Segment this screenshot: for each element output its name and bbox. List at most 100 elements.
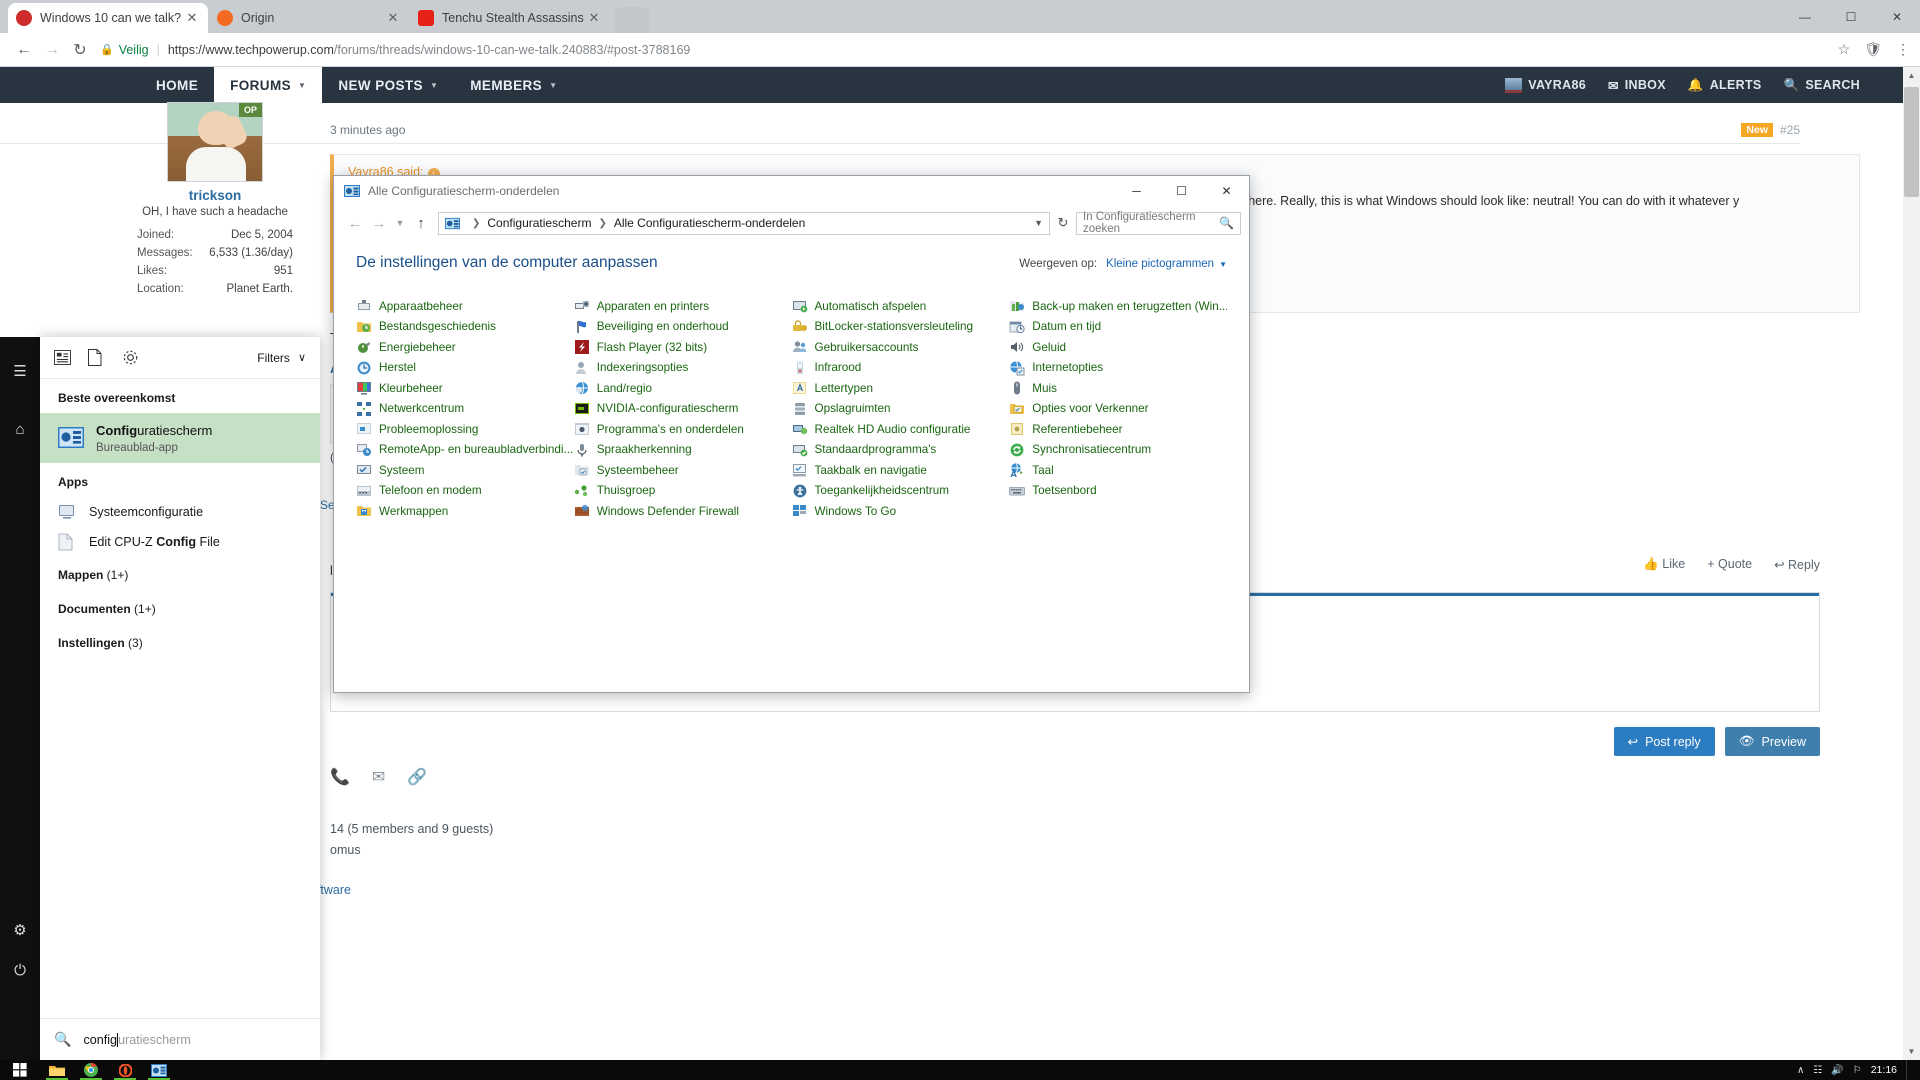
filters-button[interactable]: Filters ∨: [257, 351, 306, 365]
chevron-up-icon[interactable]: ∧: [1797, 1065, 1804, 1076]
clock[interactable]: 21:16: [1871, 1065, 1897, 1076]
group-instellingen[interactable]: Instellingen (3): [40, 625, 320, 659]
search-icon[interactable]: 🔍: [1219, 216, 1234, 230]
minimize-button[interactable]: —: [1782, 0, 1828, 33]
up-icon[interactable]: ↑: [410, 215, 432, 232]
control-panel-item[interactable]: Systeembeheer: [574, 460, 792, 481]
control-panel-item[interactable]: Spraakherkenning: [574, 440, 792, 461]
nav-inbox[interactable]: ✉ INBOX: [1608, 78, 1666, 93]
control-panel-item[interactable]: Kleurbeheer: [356, 378, 574, 399]
taskbar-origin[interactable]: [108, 1060, 142, 1080]
refresh-icon[interactable]: ↻: [1052, 215, 1074, 231]
control-panel-item[interactable]: Beveiliging en onderhoud: [574, 317, 792, 338]
shield-icon[interactable]: 🛡: [1864, 41, 1882, 58]
control-panel-item[interactable]: Automatisch afspelen: [792, 296, 1010, 317]
control-panel-item[interactable]: Infrarood: [792, 358, 1010, 379]
control-panel-item[interactable]: Werkmappen: [356, 501, 574, 522]
app-result-systeemconfiguratie[interactable]: Systeemconfiguratie: [40, 497, 320, 527]
menu-icon[interactable]: ⋮: [1896, 41, 1910, 58]
control-panel-item[interactable]: Thuisgroep: [574, 481, 792, 502]
control-panel-item[interactable]: Telefoon en modem: [356, 481, 574, 502]
new-tab-button[interactable]: [615, 7, 649, 33]
reply-button[interactable]: ↩ Reply: [1774, 557, 1820, 572]
control-panel-item[interactable]: Back-up maken en terugzetten (Win...: [1009, 296, 1227, 317]
control-panel-item[interactable]: Indexeringsopties: [574, 358, 792, 379]
taskbar-file-explorer[interactable]: [40, 1060, 74, 1080]
email-icon[interactable]: ✉: [372, 767, 385, 787]
control-panel-item[interactable]: Probleemoplossing: [356, 419, 574, 440]
control-panel-item[interactable]: BitLocker-stationsversleuteling: [792, 317, 1010, 338]
nav-user-vayra86[interactable]: VAYRA86: [1505, 77, 1586, 93]
flag-icon[interactable]: ⚐: [1853, 1065, 1862, 1076]
control-panel-item[interactable]: RemoteApp- en bureaubladverbindi...: [356, 440, 574, 461]
control-panel-item[interactable]: Standaardprogramma's: [792, 440, 1010, 461]
control-panel-item[interactable]: Apparaatbeheer: [356, 296, 574, 317]
star-icon[interactable]: ☆: [1838, 41, 1851, 58]
all-apps-icon[interactable]: [54, 350, 88, 365]
control-panel-item[interactable]: Land/regio: [574, 378, 792, 399]
control-panel-titlebar[interactable]: Alle Configuratiescherm-onderdelen ─ ☐ ✕: [334, 176, 1249, 206]
show-desktop-button[interactable]: [1906, 1060, 1912, 1080]
control-panel-item[interactable]: Opslagruimten: [792, 399, 1010, 420]
control-panel-search-input[interactable]: In Configuratiescherm zoeken 🔍: [1076, 211, 1241, 235]
control-panel-item[interactable]: Opties voor Verkenner: [1009, 399, 1227, 420]
post-reply-button[interactable]: ↩ Post reply: [1613, 727, 1715, 756]
tab-close-icon[interactable]: ✕: [184, 10, 200, 26]
taskbar-control-panel[interactable]: [142, 1060, 176, 1080]
scroll-down-icon[interactable]: ▼: [1903, 1043, 1920, 1060]
post-username[interactable]: trickson: [135, 188, 295, 203]
breadcrumb[interactable]: ❯ Configuratiescherm ❯ Alle Configuratie…: [438, 211, 1050, 235]
breadcrumb-item-current[interactable]: Alle Configuratiescherm-onderdelen: [614, 216, 805, 230]
chevron-down-icon[interactable]: ▼: [1219, 260, 1227, 269]
control-panel-item[interactable]: Gebruikersaccounts: [792, 337, 1010, 358]
nav-home[interactable]: HOME: [140, 67, 214, 103]
back-icon[interactable]: ←: [344, 215, 366, 232]
control-panel-item[interactable]: Toetsenbord: [1009, 481, 1227, 502]
control-panel-item[interactable]: Geluid: [1009, 337, 1227, 358]
scroll-up-icon[interactable]: ▲: [1903, 67, 1920, 84]
settings-icon[interactable]: [122, 349, 156, 366]
browser-tab[interactable]: Windows 10 can we talk? ✕: [8, 3, 208, 33]
home-icon[interactable]: ⌂: [0, 405, 40, 453]
control-panel-item[interactable]: Windows To Go: [792, 501, 1010, 522]
viewers-names[interactable]: omus: [330, 840, 493, 861]
best-match-result[interactable]: Configuratiescherm Bureaublad-app: [40, 413, 320, 463]
control-panel-item[interactable]: Apparaten en printers: [574, 296, 792, 317]
start-button[interactable]: [0, 1060, 40, 1080]
control-panel-item[interactable]: Windows Defender Firewall: [574, 501, 792, 522]
control-panel-item[interactable]: Toegankelijkheidscentrum: [792, 481, 1010, 502]
nav-search[interactable]: 🔍 SEARCH: [1784, 78, 1860, 93]
control-panel-item[interactable]: Netwerkcentrum: [356, 399, 574, 420]
post-number[interactable]: #25: [1780, 123, 1800, 137]
control-panel-item[interactable]: Muis: [1009, 378, 1227, 399]
control-panel-item[interactable]: Synchronisatiecentrum: [1009, 440, 1227, 461]
close-button[interactable]: ✕: [1204, 176, 1249, 206]
control-panel-item[interactable]: Realtek HD Audio configuratie: [792, 419, 1010, 440]
minimize-button[interactable]: ─: [1114, 176, 1159, 206]
hamburger-icon[interactable]: ☰: [0, 347, 40, 395]
group-mappen[interactable]: Mappen (1+): [40, 557, 320, 591]
nav-new-posts[interactable]: NEW POSTS ▼: [322, 67, 454, 103]
close-button[interactable]: ✕: [1874, 0, 1920, 33]
nav-members[interactable]: MEMBERS ▼: [454, 67, 573, 103]
like-button[interactable]: 👍 Like: [1643, 557, 1685, 572]
control-panel-item[interactable]: Taakbalk en navigatie: [792, 460, 1010, 481]
control-panel-item[interactable]: Datum en tijd: [1009, 317, 1227, 338]
maximize-button[interactable]: ☐: [1159, 176, 1204, 206]
control-panel-item[interactable]: NVIDIA-configuratiescherm: [574, 399, 792, 420]
recent-locations-icon[interactable]: ▼: [392, 218, 408, 228]
tab-close-icon[interactable]: ✕: [385, 10, 401, 26]
scroll-thumb[interactable]: [1904, 87, 1919, 197]
view-by-value[interactable]: Kleine pictogrammen: [1106, 258, 1214, 270]
control-panel-item[interactable]: Referentiebeheer: [1009, 419, 1227, 440]
avatar[interactable]: OP: [167, 102, 263, 182]
breadcrumb-item-root[interactable]: Configuratiescherm: [487, 216, 591, 230]
browser-tab[interactable]: Origin ✕: [209, 3, 409, 33]
preview-button[interactable]: 👁 Preview: [1724, 727, 1820, 756]
forward-icon[interactable]: →: [38, 41, 66, 59]
control-panel-item[interactable]: Energiebeheer: [356, 337, 574, 358]
start-search-input[interactable]: 🔍 configuratiescherm: [40, 1018, 320, 1060]
reload-icon[interactable]: ↻: [66, 40, 94, 60]
power-icon[interactable]: ⏻: [0, 946, 40, 994]
control-panel-item[interactable]: Programma's en onderdelen: [574, 419, 792, 440]
